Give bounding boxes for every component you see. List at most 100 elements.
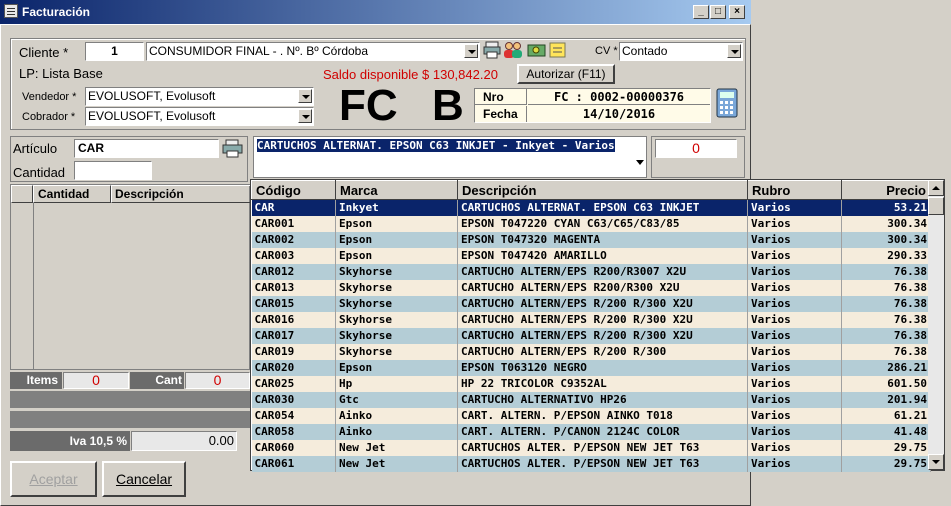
lookup-cell: 76.38 (841, 327, 931, 344)
chevron-down-icon[interactable] (727, 44, 741, 58)
lookup-cell: CAR (251, 199, 336, 216)
articulo-input[interactable]: CAR (74, 139, 219, 158)
col-cantidad[interactable]: Cantidad (33, 185, 111, 203)
lookup-cell: 76.38 (841, 263, 931, 280)
lookup-row[interactable]: CAR020 Epson EPSON T063120 NEGRO Varios 286.… (251, 359, 931, 376)
scroll-thumb[interactable] (928, 197, 944, 215)
chevron-down-icon[interactable] (298, 109, 312, 123)
app-icon (4, 4, 18, 18)
lookup-cell: CAR054 (251, 407, 336, 424)
nro-label: Nro (475, 89, 527, 105)
lookup-cell: CAR058 (251, 423, 336, 440)
chevron-down-icon[interactable] (298, 89, 312, 103)
lookup-cell: CAR060 (251, 439, 336, 456)
people-icon[interactable] (502, 41, 524, 59)
lookup-cell: Varios (747, 439, 842, 456)
lookup-cell: Varios (747, 263, 842, 280)
lookup-row[interactable]: CAR015 Skyhorse CARTUCHO ALTERN/EPS R/200 … (251, 295, 931, 312)
lookup-row[interactable]: CAR030 Gtc CARTUCHO ALTERNATIVO HP26 Varios… (251, 391, 931, 408)
lookup-row[interactable]: CAR001 Epson EPSON T047220 CYAN C63/C65/C8… (251, 215, 931, 232)
scroll-down-button[interactable] (928, 454, 944, 470)
money-icon[interactable] (527, 41, 547, 59)
lookup-cell: CAR012 (251, 263, 336, 280)
lookup-cell: CARTUCHOS ALTER. P/EPSON NEW JET T63 (457, 455, 748, 472)
lookup-row[interactable]: CAR025 Hp HP 22 TRICOLOR C9352AL Varios 601.… (251, 375, 931, 392)
lookup-cell: EPSON T063120 NEGRO (457, 359, 748, 376)
fecha-value: 14/10/2016 (582, 107, 656, 121)
lookup-row[interactable]: CAR003 Epson EPSON T047420 AMARILLO Varios 2… (251, 247, 931, 264)
lookup-col-header[interactable]: Rubro (747, 180, 842, 200)
close-button[interactable]: × (729, 5, 745, 19)
iva-value: 0.00 (131, 431, 237, 451)
cancelar-button[interactable]: Cancelar (102, 461, 186, 497)
lookup-cell: New Jet (335, 455, 458, 472)
col-descripcion[interactable]: Descripción (111, 185, 251, 203)
printer-icon[interactable] (483, 41, 501, 59)
vendedor-combo[interactable]: EVOLUSOFT, Evolusoft (85, 87, 314, 106)
lookup-cell: CAR002 (251, 231, 336, 248)
lookup-row[interactable]: CAR054 Ainko CART. ALTERN. P/EPSON AINKO T… (251, 407, 931, 424)
lookup-cell: Skyhorse (335, 279, 458, 296)
lookup-cell: 286.21 (841, 359, 931, 376)
maximize-button[interactable]: □ (710, 5, 726, 19)
lookup-cell: 300.34 (841, 215, 931, 232)
article-lookup-grid[interactable]: Código Marca Descripción Rubro Precio CAR Ink… (250, 179, 945, 472)
lookup-cell: 290.33 (841, 247, 931, 264)
cant-label: Cant (130, 372, 184, 389)
lookup-cell: Skyhorse (335, 295, 458, 312)
window-title: Facturación (22, 5, 91, 19)
lookup-cell: Ainko (335, 407, 458, 424)
cv-value: Contado (622, 44, 668, 58)
lookup-col-header[interactable]: Marca (335, 180, 458, 200)
chevron-down-icon[interactable] (464, 44, 478, 58)
lookup-row[interactable]: CAR017 Skyhorse CARTUCHO ALTERN/EPS R/200 … (251, 327, 931, 344)
lookup-cell: 76.38 (841, 311, 931, 328)
lookup-row[interactable]: CAR019 Skyhorse CARTUCHO ALTERN/EPS R/200 … (251, 343, 931, 360)
scroll-up-button[interactable] (928, 180, 944, 196)
lookup-cell: CAR019 (251, 343, 336, 360)
fecha-label: Fecha (475, 106, 527, 122)
lookup-row[interactable]: CAR058 Ainko CART. ALTERN. P/CANON 2124C C… (251, 423, 931, 440)
lookup-col-header[interactable]: Código (251, 180, 336, 200)
description-box[interactable]: CARTUCHOS ALTERNAT. EPSON C63 INKJET - I… (253, 136, 647, 178)
lookup-col-header[interactable]: Precio (841, 180, 931, 200)
lookup-row[interactable]: CAR016 Skyhorse CARTUCHO ALTERN/EPS R/200 … (251, 311, 931, 328)
lookup-row[interactable]: CAR061 New Jet CARTUCHOS ALTER. P/EPSON NE… (251, 455, 931, 472)
cliente-combo[interactable]: CONSUMIDOR FINAL - . Nº. Bº Córdoba (146, 42, 480, 61)
printer-search-icon[interactable] (222, 139, 244, 159)
lookup-row[interactable]: CAR013 Skyhorse CARTUCHO ALTERN/EPS R200/R… (251, 279, 931, 296)
note-icon[interactable] (548, 41, 568, 59)
lookup-row[interactable]: CAR Inkyet CARTUCHOS ALTERNAT. EPSON C63 I… (251, 199, 931, 216)
lookup-row[interactable]: CAR060 New Jet CARTUCHOS ALTER. P/EPSON NE… (251, 439, 931, 456)
description-text: CARTUCHOS ALTERNAT. EPSON C63 INKJET - I… (257, 139, 615, 152)
cv-combo[interactable]: Contado (619, 42, 743, 61)
autorizar-button[interactable]: Autorizar (F11) (517, 64, 615, 84)
aceptar-button[interactable]: Aceptar (10, 461, 97, 497)
lookup-cell: Hp (335, 375, 458, 392)
items-grid[interactable]: Cantidad Descripción (10, 184, 251, 370)
lookup-cell: 201.94 (841, 391, 931, 408)
vertical-scrollbar[interactable] (928, 180, 944, 470)
lookup-cell: 29.75 (841, 455, 931, 472)
lookup-cell: CAR003 (251, 247, 336, 264)
cantidad-input[interactable] (74, 161, 152, 180)
minimize-button[interactable]: _ (693, 5, 709, 19)
cliente-code-field[interactable]: 1 (85, 42, 144, 61)
calculator-icon[interactable] (716, 88, 738, 118)
chevron-down-icon[interactable] (636, 155, 644, 165)
lookup-row[interactable]: CAR012 Skyhorse CARTUCHO ALTERN/EPS R200/R… (251, 263, 931, 280)
lookup-cell: 53.21 (841, 199, 931, 216)
lookup-col-header[interactable]: Descripción (457, 180, 748, 200)
lookup-cell: CAR015 (251, 295, 336, 312)
lookup-cell: CARTUCHO ALTERN/EPS R/200 R/300 X2U (457, 295, 748, 312)
lookup-cell: CARTUCHO ALTERNATIVO HP26 (457, 391, 748, 408)
cantidad-label: Cantidad (13, 165, 66, 180)
articulo-label: Artículo (13, 141, 58, 156)
lookup-cell: Varios (747, 295, 842, 312)
lookup-row[interactable]: CAR002 Epson EPSON T047320 MAGENTA Varios 30… (251, 231, 931, 248)
cobrador-combo[interactable]: EVOLUSOFT, Evolusoft (85, 107, 314, 126)
lookup-cell: CAR061 (251, 455, 336, 472)
lookup-cell: 300.34 (841, 231, 931, 248)
vendedor-value: EVOLUSOFT, Evolusoft (88, 89, 216, 103)
cant-value: 0 (185, 372, 250, 389)
